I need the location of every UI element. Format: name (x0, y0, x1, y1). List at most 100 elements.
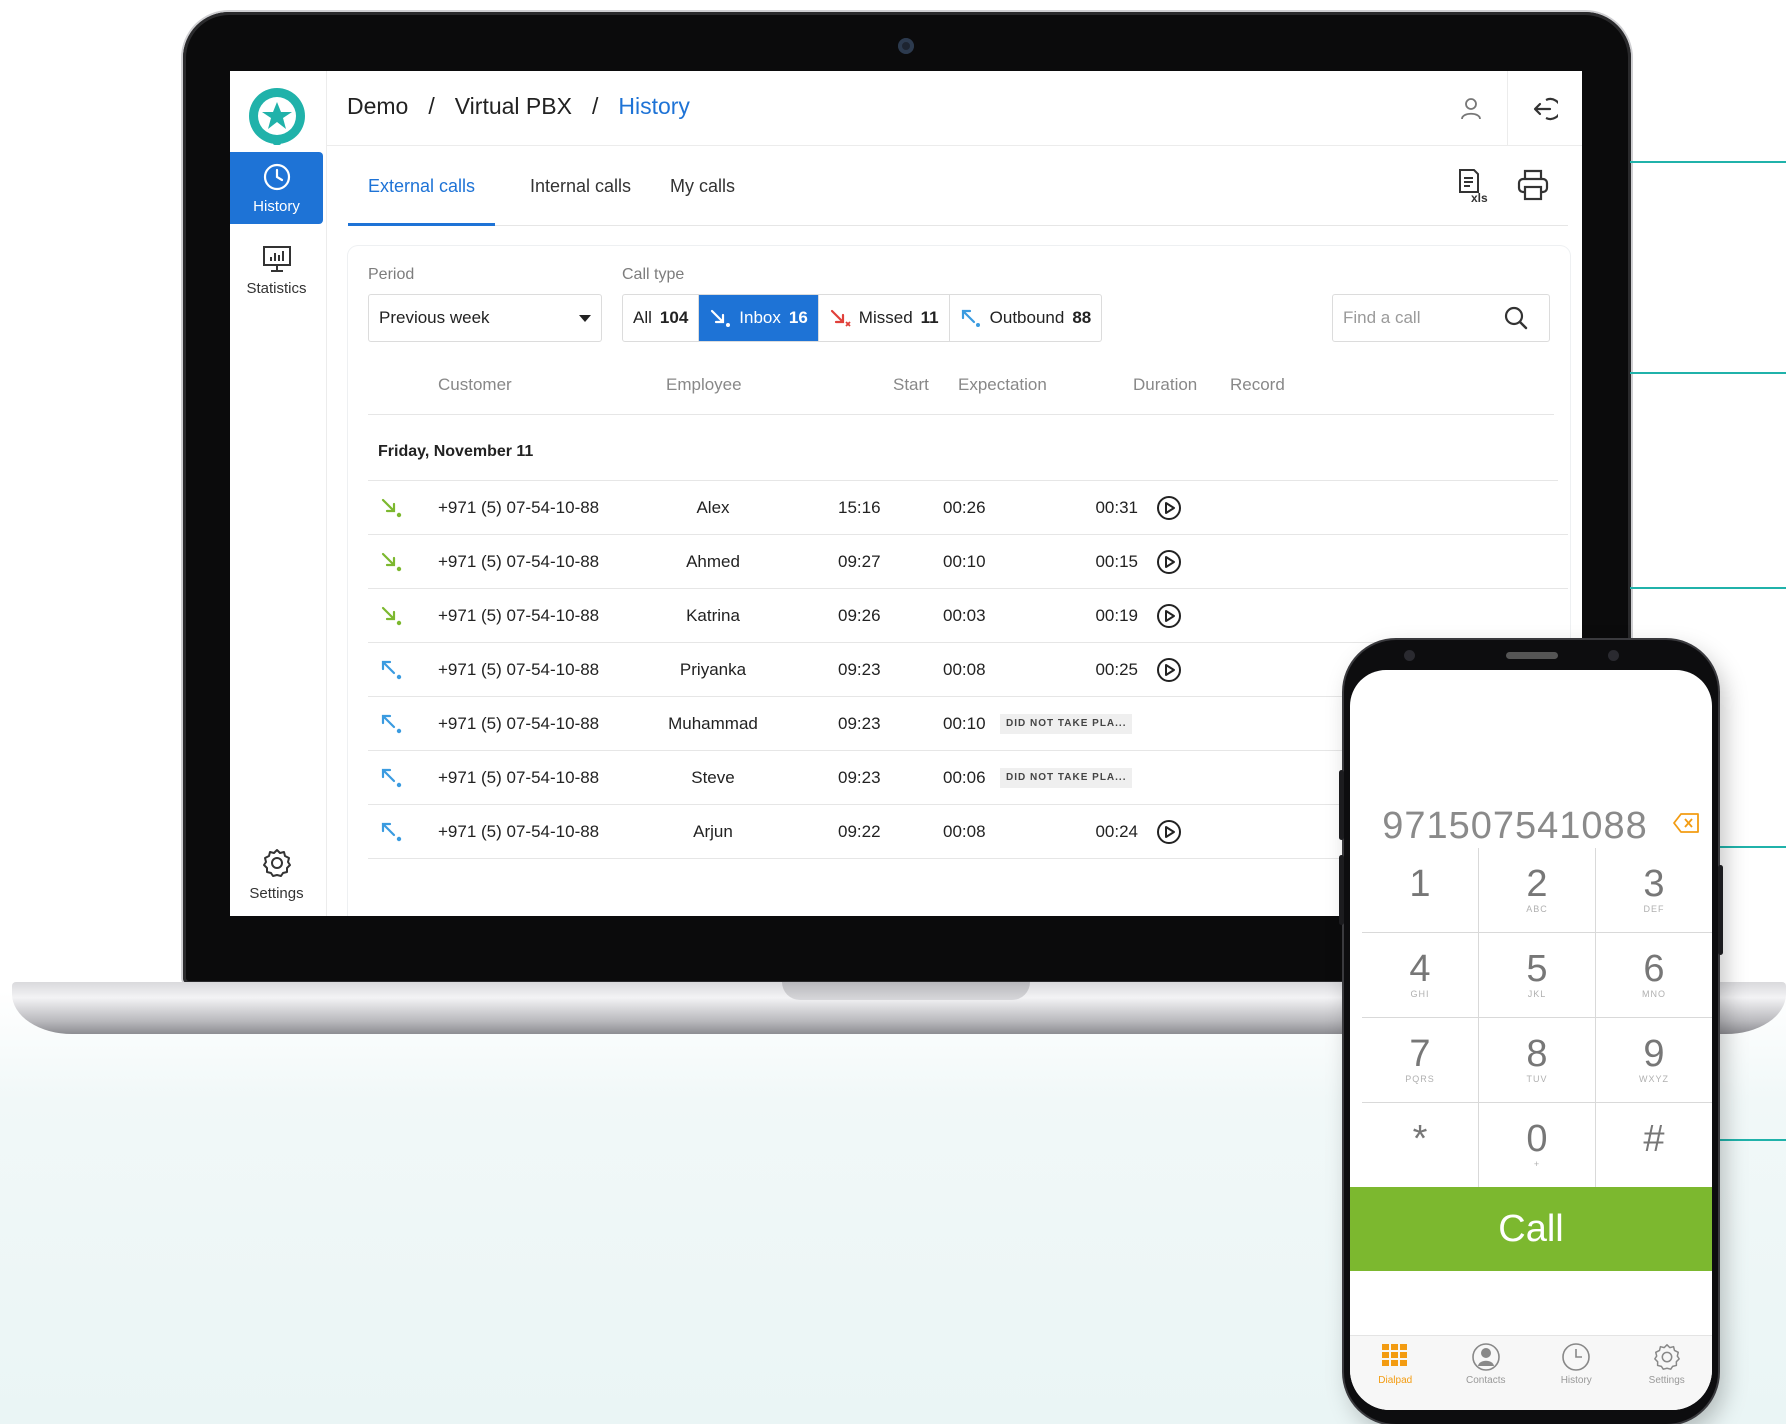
key-digit: 8 (1526, 1033, 1548, 1075)
call-type-label: Call type (622, 266, 685, 283)
outbound-arrow-icon (381, 822, 402, 842)
keypad-key[interactable]: 4 GHI (1362, 933, 1478, 1017)
play-record-icon[interactable] (1156, 819, 1182, 845)
keypad-key[interactable]: 5 JKL (1479, 933, 1595, 1017)
play-record-icon[interactable] (1156, 495, 1182, 521)
employee-cell: Priyanka (679, 660, 747, 679)
call-type-missed[interactable]: Missed 11 (819, 295, 950, 341)
chart-icon (262, 245, 291, 272)
keypad-key[interactable]: 1 (1362, 848, 1478, 932)
call-type-all[interactable]: All 104 (623, 295, 700, 341)
keypad-key[interactable]: # (1596, 1103, 1712, 1187)
keypad-key[interactable]: 8 TUV (1479, 1018, 1595, 1102)
contact-icon (1471, 1343, 1500, 1371)
call-type-inbox[interactable]: Inbox 16 (699, 295, 819, 341)
call-type-outbound[interactable]: Outbound 88 (950, 295, 1102, 341)
start-cell: 15:16 (838, 498, 881, 517)
nav-contacts[interactable]: Contacts (1441, 1336, 1532, 1410)
key-digit: 0 (1526, 1118, 1548, 1160)
keypad-key[interactable]: 7 PQRS (1362, 1018, 1478, 1102)
period-label: Period (368, 266, 415, 283)
nav-settings[interactable]: Settings (1622, 1336, 1713, 1410)
keypad-key[interactable]: 6 MNO (1596, 933, 1712, 1017)
call-button[interactable]: Call (1350, 1187, 1712, 1271)
user-icon (1461, 98, 1481, 120)
decor-line (1630, 161, 1786, 163)
export-xls-icon[interactable]: xls (1456, 168, 1490, 204)
table-row[interactable]: +971 (5) 07-54-10-88 Ahmed 09:27 00:10 00:15 (368, 535, 1568, 589)
search-input[interactable] (1343, 308, 1503, 328)
gear-icon (1653, 1344, 1680, 1370)
keypad-key[interactable]: 2 ABC (1479, 848, 1595, 932)
table-row[interactable]: +971 (5) 07-54-10-88 Katrina 09:26 00:03 00:… (368, 589, 1568, 643)
column-start[interactable]: Start (893, 375, 929, 395)
duration-cell: 00:31 (1095, 498, 1138, 517)
dialpad-icon (1382, 1344, 1408, 1366)
nav-label: Settings (1648, 1375, 1685, 1386)
logout-icon (1533, 97, 1558, 121)
play-record-icon[interactable] (1156, 657, 1182, 683)
employee-cell: Alex (696, 498, 730, 517)
play-record-icon[interactable] (1156, 549, 1182, 575)
svg-text:xls: xls (1471, 191, 1488, 204)
tab-external-calls[interactable]: External calls (348, 146, 496, 226)
keypad: 1 2 ABC 3 DEF 4 GHI 5 JKL 6 MNO 7 PQRS 8 TUV 9 WXYZ * 0 + # (1362, 848, 1712, 1188)
keypad-key[interactable]: 3 DEF (1596, 848, 1712, 932)
outbound-arrow-icon (961, 309, 980, 327)
key-letters: JKL (1527, 989, 1547, 999)
sidebar-item-history[interactable]: History (230, 152, 323, 224)
dialed-number: 971507541088 (1382, 805, 1648, 847)
column-expectation[interactable]: Expectation (958, 375, 1047, 395)
column-duration[interactable]: Duration (1133, 375, 1197, 395)
employee-cell: Arjun (693, 822, 733, 841)
breadcrumb: Demo / Virtual PBX / History (347, 93, 690, 120)
gear-icon (262, 848, 291, 877)
column-customer[interactable]: Customer (438, 375, 512, 395)
sidebar: History Statistics Settings (230, 71, 327, 916)
employee-cell: Muhammad (668, 714, 758, 733)
decor-line (1716, 846, 1786, 848)
outbound-arrow-icon (381, 660, 402, 680)
decor-line (1630, 372, 1786, 374)
key-digit: 4 (1409, 948, 1431, 990)
play-record-icon[interactable] (1156, 603, 1182, 629)
decor-line (1716, 1139, 1786, 1141)
key-digit: 5 (1526, 948, 1548, 990)
profile-button[interactable] (1451, 89, 1491, 129)
call-type-label: Missed (858, 308, 913, 327)
print-icon[interactable] (1516, 168, 1550, 202)
search-icon[interactable] (1503, 305, 1529, 331)
topbar: Demo / Virtual PBX / History (327, 71, 1582, 146)
nav-dialpad[interactable]: Dialpad (1350, 1336, 1441, 1410)
start-cell: 09:23 (838, 768, 881, 787)
sidebar-item-statistics[interactable]: Statistics (230, 234, 323, 306)
call-type-label: All (633, 308, 652, 327)
tab-my-calls[interactable]: My calls (650, 146, 755, 226)
expectation-cell: 00:26 (943, 498, 986, 517)
phone-speaker (1506, 652, 1558, 659)
keypad-key[interactable]: 9 WXYZ (1596, 1018, 1712, 1102)
keypad-key[interactable]: 0 + (1479, 1103, 1595, 1187)
call-type-count: 104 (659, 308, 689, 327)
phone-camera (1608, 650, 1619, 661)
table-row[interactable]: +971 (5) 07-54-10-88 Alex 15:16 00:26 00:31 (368, 481, 1568, 535)
status-badge: DID NOT TAKE PLA... (1000, 714, 1133, 734)
breadcrumb-item-virtual-pbx[interactable]: Virtual PBX (455, 93, 572, 120)
expectation-cell: 00:10 (943, 714, 986, 733)
column-employee[interactable]: Employee (666, 375, 742, 395)
breadcrumb-separator: / (591, 93, 599, 119)
key-digit: * (1412, 1118, 1428, 1160)
phone-camera (1404, 650, 1415, 661)
breadcrumb-item-demo[interactable]: Demo (347, 93, 408, 120)
start-cell: 09:22 (838, 822, 881, 841)
tab-internal-calls[interactable]: Internal calls (510, 146, 651, 226)
key-letters: TUV (1526, 1074, 1548, 1084)
period-select[interactable]: Previous week (368, 294, 602, 342)
column-record[interactable]: Record (1230, 375, 1285, 395)
logout-button[interactable] (1523, 89, 1563, 129)
nav-history[interactable]: History (1531, 1336, 1622, 1410)
sidebar-item-settings[interactable]: Settings (230, 838, 323, 910)
keypad-key[interactable]: * (1362, 1103, 1478, 1187)
key-digit: 6 (1643, 948, 1665, 990)
backspace-icon[interactable] (1672, 812, 1700, 834)
